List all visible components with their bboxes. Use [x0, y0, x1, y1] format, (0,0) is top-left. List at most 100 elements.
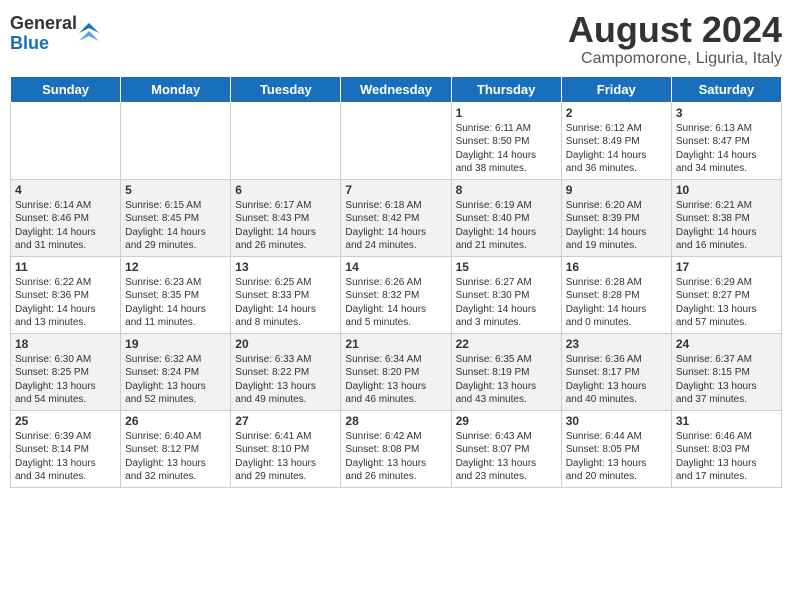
weekday-header-tuesday: Tuesday: [231, 76, 341, 102]
calendar-cell: 3Sunrise: 6:13 AMSunset: 8:47 PMDaylight…: [671, 102, 781, 179]
cell-day-number: 17: [676, 260, 777, 274]
cell-day-number: 18: [15, 337, 116, 351]
cell-info: Sunrise: 6:20 AMSunset: 8:39 PMDaylight:…: [566, 199, 667, 253]
calendar-cell: 27 Sunrise: 6:41 AMSunset: 8:10 PMDayligh…: [231, 410, 341, 487]
cell-day-number: 7: [345, 183, 446, 197]
logo-icon: [79, 23, 99, 43]
cell-day-number: 21: [345, 337, 446, 351]
calendar-table: SundayMondayTuesdayWednesdayThursdayFrid…: [10, 76, 782, 488]
cell-info: Sunrise: 6:25 AMSunset: 8:33 PMDaylight:…: [235, 276, 336, 330]
cell-day-number: 26: [125, 414, 226, 428]
calendar-subtitle: Campomorone, Liguria, Italy: [568, 50, 782, 68]
cell-info: Sunrise: 6:39 AMSunset: 8:14 PMDaylight:…: [15, 430, 116, 484]
cell-info: Sunrise: 6:35 AMSunset: 8:19 PMDaylight:…: [456, 353, 557, 407]
cell-day-number: 6: [235, 183, 336, 197]
cell-info: Sunrise: 6:36 AMSunset: 8:17 PMDaylight:…: [566, 353, 667, 407]
calendar-cell: [121, 102, 231, 179]
cell-day-number: 27: [235, 414, 336, 428]
calendar-week-2: 4 Sunrise: 6:14 AMSunset: 8:46 PMDaylight…: [11, 179, 782, 256]
calendar-cell: 24Sunrise: 6:37 AMSunset: 8:15 PMDayligh…: [671, 333, 781, 410]
cell-day-number: 3: [676, 106, 777, 120]
cell-info: Sunrise: 6:29 AMSunset: 8:27 PMDaylight:…: [676, 276, 777, 330]
cell-day-number: 30: [566, 414, 667, 428]
cell-day-number: 2: [566, 106, 667, 120]
cell-info: Sunrise: 6:21 AMSunset: 8:38 PMDaylight:…: [676, 199, 777, 253]
logo-general: General: [10, 14, 77, 34]
cell-day-number: 28: [345, 414, 446, 428]
cell-day-number: 11: [15, 260, 116, 274]
calendar-week-3: 11 Sunrise: 6:22 AMSunset: 8:36 PMDayligh…: [11, 256, 782, 333]
page-header: General Blue August 2024 Campomorone, Li…: [10, 10, 782, 68]
calendar-cell: 11 Sunrise: 6:22 AMSunset: 8:36 PMDayligh…: [11, 256, 121, 333]
cell-info: Sunrise: 6:32 AMSunset: 8:24 PMDaylight:…: [125, 353, 226, 407]
calendar-cell: 17 Sunrise: 6:29 AMSunset: 8:27 PMDayligh…: [671, 256, 781, 333]
calendar-cell: 28 Sunrise: 6:42 AMSunset: 8:08 PMDayligh…: [341, 410, 451, 487]
calendar-cell: 4 Sunrise: 6:14 AMSunset: 8:46 PMDaylight…: [11, 179, 121, 256]
cell-info: Sunrise: 6:18 AMSunset: 8:42 PMDaylight:…: [345, 199, 446, 253]
calendar-cell: 2 Sunrise: 6:12 AMSunset: 8:49 PMDaylight…: [561, 102, 671, 179]
cell-day-number: 1: [456, 106, 557, 120]
cell-day-number: 20: [235, 337, 336, 351]
calendar-cell: 1 Sunrise: 6:11 AMSunset: 8:50 PMDaylight…: [451, 102, 561, 179]
calendar-cell: 19 Sunrise: 6:32 AMSunset: 8:24 PMDayligh…: [121, 333, 231, 410]
calendar-cell: [231, 102, 341, 179]
cell-day-number: 31: [676, 414, 777, 428]
calendar-cell: 6 Sunrise: 6:17 AMSunset: 8:43 PMDaylight…: [231, 179, 341, 256]
calendar-cell: 25Sunrise: 6:39 AMSunset: 8:14 PMDayligh…: [11, 410, 121, 487]
logo: General Blue: [10, 14, 99, 54]
weekday-header-saturday: Saturday: [671, 76, 781, 102]
calendar-cell: 26 Sunrise: 6:40 AMSunset: 8:12 PMDayligh…: [121, 410, 231, 487]
title-block: August 2024 Campomorone, Liguria, Italy: [568, 10, 782, 68]
calendar-cell: 22 Sunrise: 6:35 AMSunset: 8:19 PMDayligh…: [451, 333, 561, 410]
calendar-cell: 5 Sunrise: 6:15 AMSunset: 8:45 PMDaylight…: [121, 179, 231, 256]
cell-day-number: 9: [566, 183, 667, 197]
cell-day-number: 15: [456, 260, 557, 274]
cell-info: Sunrise: 6:17 AMSunset: 8:43 PMDaylight:…: [235, 199, 336, 253]
cell-day-number: 4: [15, 183, 116, 197]
cell-day-number: 13: [235, 260, 336, 274]
calendar-cell: 15 Sunrise: 6:27 AMSunset: 8:30 PMDayligh…: [451, 256, 561, 333]
calendar-cell: 12 Sunrise: 6:23 AMSunset: 8:35 PMDayligh…: [121, 256, 231, 333]
weekday-header-monday: Monday: [121, 76, 231, 102]
calendar-cell: 20Sunrise: 6:33 AMSunset: 8:22 PMDayligh…: [231, 333, 341, 410]
weekday-header-wednesday: Wednesday: [341, 76, 451, 102]
calendar-cell: 9 Sunrise: 6:20 AMSunset: 8:39 PMDaylight…: [561, 179, 671, 256]
cell-info: Sunrise: 6:26 AMSunset: 8:32 PMDaylight:…: [345, 276, 446, 330]
weekday-header-friday: Friday: [561, 76, 671, 102]
calendar-cell: [341, 102, 451, 179]
calendar-cell: 30 Sunrise: 6:44 AMSunset: 8:05 PMDayligh…: [561, 410, 671, 487]
weekday-header-row: SundayMondayTuesdayWednesdayThursdayFrid…: [11, 76, 782, 102]
cell-info: Sunrise: 6:41 AMSunset: 8:10 PMDaylight:…: [235, 430, 336, 484]
cell-info: Sunrise: 6:11 AMSunset: 8:50 PMDaylight:…: [456, 122, 557, 176]
calendar-cell: 13 Sunrise: 6:25 AMSunset: 8:33 PMDayligh…: [231, 256, 341, 333]
cell-info: Sunrise: 6:28 AMSunset: 8:28 PMDaylight:…: [566, 276, 667, 330]
calendar-cell: 23 Sunrise: 6:36 AMSunset: 8:17 PMDayligh…: [561, 333, 671, 410]
cell-info: Sunrise: 6:43 AMSunset: 8:07 PMDaylight:…: [456, 430, 557, 484]
calendar-cell: 21 Sunrise: 6:34 AMSunset: 8:20 PMDayligh…: [341, 333, 451, 410]
cell-info: Sunrise: 6:14 AMSunset: 8:46 PMDaylight:…: [15, 199, 116, 253]
cell-info: Sunrise: 6:42 AMSunset: 8:08 PMDaylight:…: [345, 430, 446, 484]
cell-info: Sunrise: 6:44 AMSunset: 8:05 PMDaylight:…: [566, 430, 667, 484]
cell-info: Sunrise: 6:27 AMSunset: 8:30 PMDaylight:…: [456, 276, 557, 330]
cell-info: Sunrise: 6:22 AMSunset: 8:36 PMDaylight:…: [15, 276, 116, 330]
cell-info: Sunrise: 6:12 AMSunset: 8:49 PMDaylight:…: [566, 122, 667, 176]
cell-day-number: 29: [456, 414, 557, 428]
cell-day-number: 23: [566, 337, 667, 351]
cell-day-number: 16: [566, 260, 667, 274]
weekday-header-thursday: Thursday: [451, 76, 561, 102]
cell-info: Sunrise: 6:34 AMSunset: 8:20 PMDaylight:…: [345, 353, 446, 407]
cell-day-number: 5: [125, 183, 226, 197]
cell-day-number: 19: [125, 337, 226, 351]
cell-day-number: 22: [456, 337, 557, 351]
calendar-cell: 14Sunrise: 6:26 AMSunset: 8:32 PMDayligh…: [341, 256, 451, 333]
cell-info: Sunrise: 6:46 AMSunset: 8:03 PMDaylight:…: [676, 430, 777, 484]
cell-info: Sunrise: 6:15 AMSunset: 8:45 PMDaylight:…: [125, 199, 226, 253]
calendar-week-4: 18Sunrise: 6:30 AMSunset: 8:25 PMDayligh…: [11, 333, 782, 410]
cell-day-number: 24: [676, 337, 777, 351]
cell-info: Sunrise: 6:40 AMSunset: 8:12 PMDaylight:…: [125, 430, 226, 484]
calendar-cell: 7 Sunrise: 6:18 AMSunset: 8:42 PMDaylight…: [341, 179, 451, 256]
calendar-cell: 16 Sunrise: 6:28 AMSunset: 8:28 PMDayligh…: [561, 256, 671, 333]
calendar-week-1: 1 Sunrise: 6:11 AMSunset: 8:50 PMDaylight…: [11, 102, 782, 179]
cell-info: Sunrise: 6:23 AMSunset: 8:35 PMDaylight:…: [125, 276, 226, 330]
cell-day-number: 12: [125, 260, 226, 274]
